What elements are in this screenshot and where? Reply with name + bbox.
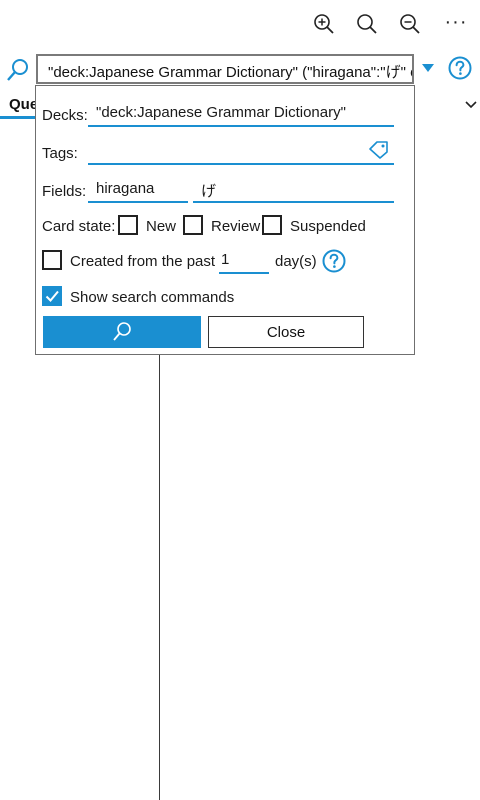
tab-question[interactable]: Que	[9, 96, 38, 113]
zoom-out-icon[interactable]	[394, 8, 426, 40]
checkbox-created[interactable]	[42, 250, 62, 270]
search-icon[interactable]	[5, 57, 31, 83]
search-options-panel: Decks: "deck:Japanese Grammar Dictionary…	[35, 85, 415, 355]
tab-underline	[0, 116, 36, 119]
field-name-input[interactable]: hiragana	[88, 177, 188, 203]
checkbox-show-commands[interactable]	[42, 286, 62, 306]
decks-field[interactable]: "deck:Japanese Grammar Dictionary"	[88, 101, 394, 127]
chevron-down-icon[interactable]	[464, 98, 478, 110]
days-suffix: day(s)	[275, 253, 317, 270]
card-state-label: Card state:	[42, 218, 116, 235]
checkbox-suspended[interactable]	[262, 215, 282, 235]
checkbox-review-label: Review	[211, 218, 261, 235]
checkbox-suspended-label: Suspended	[290, 218, 366, 235]
dropdown-arrow-icon[interactable]	[420, 61, 436, 75]
split-divider[interactable]	[159, 354, 160, 800]
top-toolbar: ···	[0, 0, 480, 48]
show-commands-label: Show search commands	[70, 289, 235, 306]
checkbox-new[interactable]	[118, 215, 138, 235]
tags-field[interactable]	[88, 139, 394, 165]
zoom-in-icon[interactable]	[308, 8, 340, 40]
search-icon[interactable]	[351, 8, 383, 40]
more-icon[interactable]: ···	[440, 6, 472, 38]
help-icon[interactable]	[322, 249, 346, 273]
search-input[interactable]: "deck:Japanese Grammar Dictionary" ("hir…	[36, 54, 414, 84]
days-input[interactable]: 1	[219, 248, 269, 274]
search-button[interactable]	[43, 316, 201, 348]
decks-label: Decks:	[42, 107, 88, 124]
help-icon[interactable]	[448, 56, 472, 80]
checkbox-new-label: New	[146, 218, 177, 235]
search-icon	[113, 322, 131, 341]
created-label: Created from the past	[70, 253, 216, 270]
field-value-input[interactable]: げ	[193, 177, 394, 203]
close-button[interactable]: Close	[208, 316, 364, 348]
tag-icon[interactable]	[368, 139, 390, 159]
fields-label: Fields:	[42, 183, 87, 200]
checkbox-review[interactable]	[183, 215, 203, 235]
tags-label: Tags:	[42, 145, 78, 162]
